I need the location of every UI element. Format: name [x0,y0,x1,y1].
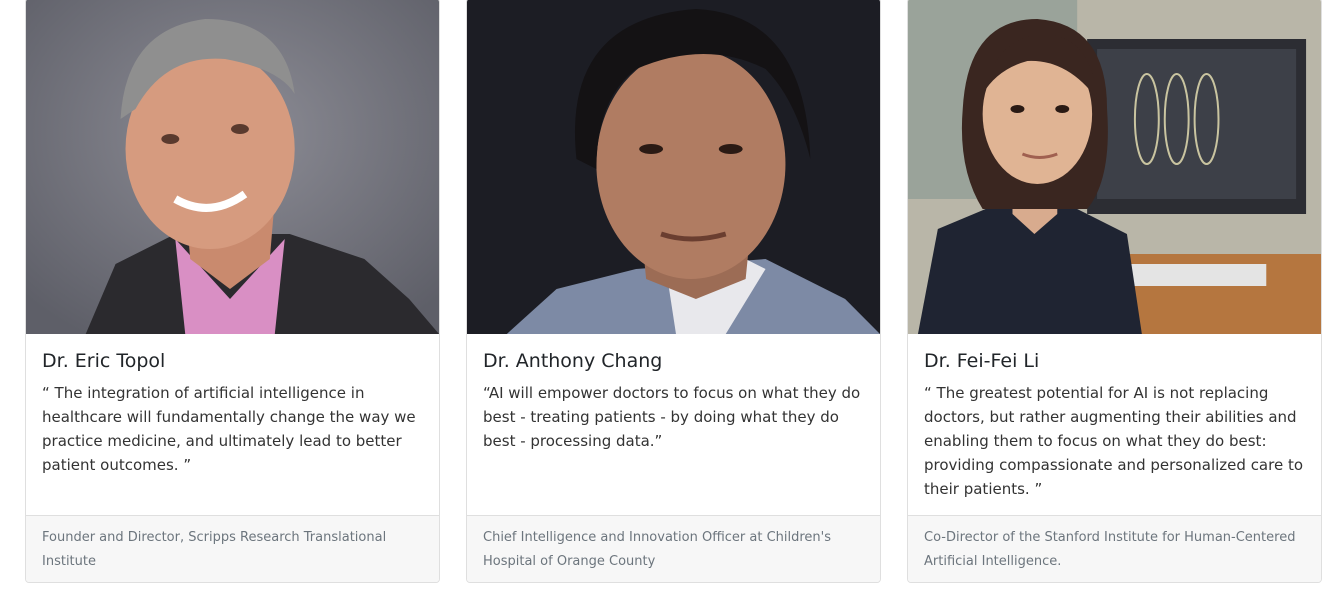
person-quote: “ The greatest potential for AI is not r… [924,383,1304,498]
person-title: Co-Director of the Stanford Institute fo… [908,515,1321,582]
portrait-photo-fei-fei-li [908,0,1321,334]
person-name: Dr. Anthony Chang [483,350,663,372]
person-name: Dr. Fei-Fei Li [924,350,1040,372]
profile-card-eric-topol: Dr. Eric Topol “ The integration of arti… [25,0,440,583]
card-body: Dr. Eric Topol “ The integration of arti… [26,334,439,515]
person-title: Founder and Director, Scripps Research T… [26,515,439,582]
person-quote: “AI will empower doctors to focus on wha… [483,383,861,450]
portrait-photo-eric-topol [26,0,439,334]
profile-card-fei-fei-li: Dr. Fei-Fei Li “ The greatest potential … [907,0,1322,583]
person-name: Dr. Eric Topol [42,350,166,372]
portrait-photo [26,0,439,334]
card-body: Dr. Fei-Fei Li “ The greatest potential … [908,334,1321,515]
portrait-photo [908,0,1321,334]
person-title: Chief Intelligence and Innovation Office… [467,515,880,582]
portrait-photo-anthony-chang [467,0,880,334]
portrait-photo [467,0,880,334]
card-body: Dr. Anthony Chang “AI will empower docto… [467,334,880,515]
person-quote: “ The integration of artificial intellig… [42,383,416,474]
profile-card-anthony-chang: Dr. Anthony Chang “AI will empower docto… [466,0,881,583]
